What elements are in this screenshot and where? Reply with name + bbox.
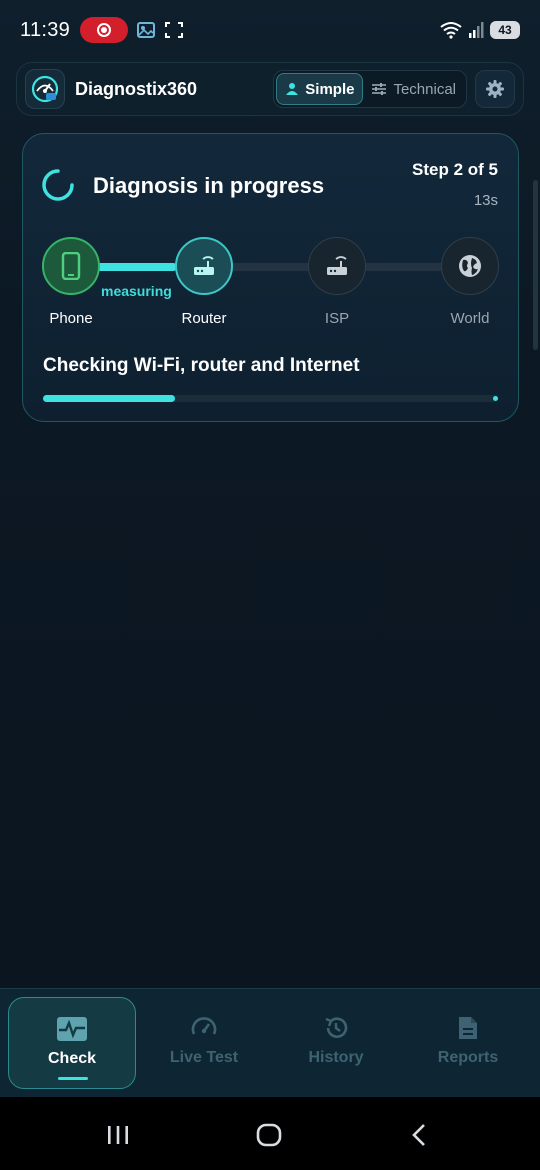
simple-mode-label: Simple: [305, 80, 355, 98]
node-label-isp: ISP: [324, 310, 350, 327]
globe-icon: [459, 255, 481, 277]
progress-end-dot: [493, 396, 498, 401]
nav-reports[interactable]: Reports: [404, 997, 532, 1089]
gallery-icon: [137, 22, 156, 38]
person-icon: [286, 83, 299, 95]
technical-mode-button[interactable]: Technical: [363, 73, 464, 105]
screenshot-icon: [165, 22, 184, 38]
gear-icon: [486, 80, 504, 98]
loading-spinner-icon: [42, 169, 74, 201]
checking-status-text: Checking Wi-Fi, router and Internet: [43, 355, 360, 376]
document-icon: [459, 1017, 477, 1039]
app-header: Diagnostix360 Simple Technical: [16, 62, 524, 116]
back-icon[interactable]: [406, 1121, 434, 1149]
signal-icon: [469, 22, 484, 38]
nav-label-check: Check: [47, 1050, 97, 1067]
pulse-icon: [57, 1017, 87, 1041]
app-screen: 11:39 43 Diagnostix360 Simple Technical …: [0, 0, 540, 1170]
wifi-icon: [440, 22, 462, 39]
simple-mode-button[interactable]: Simple: [276, 73, 364, 105]
speedometer-icon: [191, 1017, 217, 1035]
battery-level: 43: [498, 23, 512, 37]
track-progress-fill: [93, 263, 177, 271]
technical-mode-label: Technical: [393, 80, 456, 98]
recent-apps-icon[interactable]: [104, 1121, 132, 1149]
elapsed-time: 13s: [473, 192, 498, 209]
node-phone: [42, 237, 100, 295]
overall-progress-fill: [43, 395, 175, 402]
phone-icon: [61, 252, 81, 280]
node-isp: [308, 237, 366, 295]
node-label-router: Router: [181, 310, 227, 327]
step-indicator: Step 2 of 5: [412, 160, 498, 179]
battery-icon: 43: [490, 21, 520, 39]
sliders-icon: [372, 83, 387, 95]
router-icon: [327, 256, 347, 275]
mode-toggle: Simple Technical: [273, 70, 467, 108]
nav-live-test[interactable]: Live Test: [140, 997, 268, 1089]
record-icon[interactable]: [80, 17, 129, 43]
speedometer-logo-icon: [31, 75, 59, 103]
history-icon: [325, 1017, 348, 1038]
scroll-indicator[interactable]: [533, 180, 538, 350]
status-indicators: 43: [440, 21, 520, 39]
node-label-phone: Phone: [49, 310, 93, 327]
nav-check[interactable]: Check: [8, 997, 136, 1089]
system-navigation-bar: [0, 1097, 540, 1170]
diagnosis-title: Diagnosis in progress: [93, 173, 325, 198]
home-icon[interactable]: [255, 1121, 283, 1149]
node-router: [175, 237, 233, 295]
diagnosis-card: Diagnosis in progress Step 2 of 5 13s me…: [22, 133, 519, 422]
nav-history[interactable]: History: [272, 997, 400, 1089]
nav-label-reports: Reports: [437, 1049, 499, 1066]
settings-button[interactable]: [475, 70, 515, 108]
status-time: 11:39: [20, 18, 71, 41]
app-title: Diagnostix360: [75, 78, 198, 99]
app-logo: [25, 69, 65, 109]
measuring-label: measuring: [101, 283, 172, 299]
bottom-navigation: Check Live Test History Reports: [0, 988, 540, 1097]
status-bar: 11:39 43: [0, 0, 540, 60]
node-world: [441, 237, 499, 295]
node-label-world: World: [450, 310, 490, 327]
nav-label-history: History: [308, 1049, 364, 1066]
nav-label-live-test: Live Test: [169, 1049, 239, 1066]
router-icon: [194, 256, 214, 275]
active-tab-indicator: [58, 1077, 88, 1080]
